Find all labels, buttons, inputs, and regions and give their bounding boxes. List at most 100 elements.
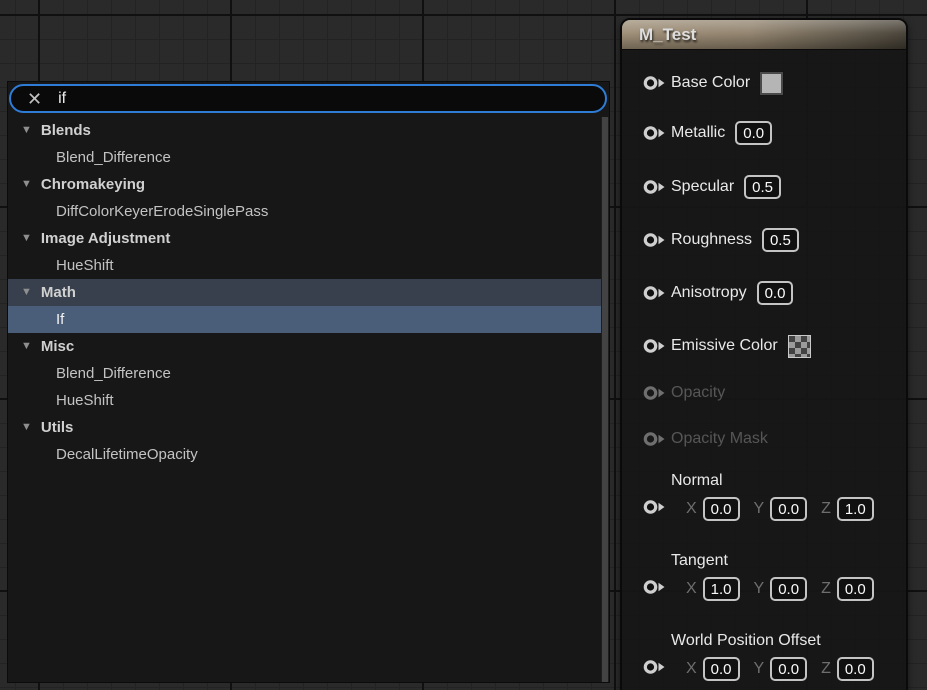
input-pin-icon[interactable] [642, 499, 665, 515]
pin-row-specular[interactable]: Specular 0.5 [622, 172, 781, 202]
vector-x-value[interactable]: 1.0 [703, 577, 740, 601]
scrollbar-thumb[interactable] [602, 117, 608, 682]
category-row-utils[interactable]: ▼ Utils [8, 414, 601, 441]
vector-y-value[interactable]: 0.0 [770, 497, 807, 521]
category-label: Blends [41, 122, 91, 139]
search-input[interactable] [58, 90, 593, 108]
pin-row-base-color[interactable]: Base Color [622, 68, 783, 98]
pin-label: Opacity Mask [671, 430, 768, 448]
input-pin-icon[interactable] [642, 232, 665, 248]
collapse-arrow-icon[interactable]: ▼ [21, 179, 32, 190]
input-pin-icon[interactable] [642, 179, 665, 195]
vector-z-value[interactable]: 0.0 [837, 577, 874, 601]
category-row-math[interactable]: ▼ Math [8, 279, 601, 306]
pin-row-world-position-offset[interactable]: World Position Offset X 0.0 Y 0.0 Z 0.0 [622, 632, 874, 684]
pin-default-value[interactable]: 0.5 [744, 175, 781, 199]
vector-x-value[interactable]: 0.0 [703, 657, 740, 681]
axis-z-label: Z [821, 660, 831, 678]
item-label: DiffColorKeyerErodeSinglePass [56, 203, 268, 220]
pin-label: Emissive Color [671, 337, 778, 355]
list-item[interactable]: DecalLifetimeOpacity [8, 441, 601, 468]
collapse-arrow-icon[interactable]: ▼ [21, 233, 32, 244]
item-label: HueShift [56, 392, 114, 409]
axis-y-label: Y [754, 660, 765, 678]
vector-y-value[interactable]: 0.0 [770, 577, 807, 601]
category-row-image-adjustment[interactable]: ▼ Image Adjustment [8, 225, 601, 252]
collapse-arrow-icon[interactable]: ▼ [21, 287, 32, 298]
category-label: Utils [41, 419, 74, 436]
pin-label: Anisotropy [671, 284, 747, 302]
collapse-arrow-icon[interactable]: ▼ [21, 422, 32, 433]
input-pin-icon[interactable] [642, 75, 665, 91]
category-label: Image Adjustment [41, 230, 170, 247]
pin-row-normal[interactable]: Normal X 0.0 Y 0.0 Z 1.0 [622, 472, 874, 524]
input-pin-icon[interactable] [642, 338, 665, 354]
pin-row-tangent[interactable]: Tangent X 1.0 Y 0.0 Z 0.0 [622, 552, 874, 604]
pin-row-metallic[interactable]: Metallic 0.0 [622, 118, 772, 148]
input-pin-icon-disabled [642, 431, 665, 447]
category-label: Math [41, 284, 76, 301]
category-label: Chromakeying [41, 176, 145, 193]
list-item[interactable]: Blend_Difference [8, 144, 601, 171]
input-pin-icon-disabled [642, 385, 665, 401]
list-item[interactable]: Blend_Difference [8, 360, 601, 387]
node-title: M_Test [639, 25, 696, 45]
input-pin-icon[interactable] [642, 659, 665, 675]
pin-label: Base Color [671, 74, 750, 92]
pin-label: Specular [671, 178, 734, 196]
category-label: Misc [41, 338, 74, 355]
axis-z-label: Z [821, 500, 831, 518]
pin-row-anisotropy[interactable]: Anisotropy 0.0 [622, 278, 793, 308]
collapse-arrow-icon[interactable]: ▼ [21, 341, 32, 352]
vector-z-value[interactable]: 1.0 [837, 497, 874, 521]
pin-label: Roughness [671, 231, 752, 249]
item-label: Blend_Difference [56, 149, 171, 166]
axis-x-label: X [686, 500, 697, 518]
material-result-node[interactable]: M_Test Base Color Metallic 0.0 Specular … [620, 18, 908, 690]
axis-y-label: Y [754, 580, 765, 598]
vector-y-value[interactable]: 0.0 [770, 657, 807, 681]
vector-x-value[interactable]: 0.0 [703, 497, 740, 521]
collapse-arrow-icon[interactable]: ▼ [21, 125, 32, 136]
search-results-list: ▼ Blends Blend_Difference ▼ Chromakeying… [8, 117, 601, 682]
pin-label: World Position Offset [671, 632, 874, 654]
item-label: Blend_Difference [56, 365, 171, 382]
input-pin-icon[interactable] [642, 285, 665, 301]
clear-search-icon[interactable]: ✕ [27, 90, 42, 108]
axis-z-label: Z [821, 580, 831, 598]
input-pin-icon[interactable] [642, 125, 665, 141]
axis-y-label: Y [754, 500, 765, 518]
pin-label: Opacity [671, 384, 725, 402]
search-box[interactable]: ✕ [9, 84, 607, 113]
pin-row-opacity-mask: Opacity Mask [622, 424, 772, 454]
panel-scrollbar[interactable] [601, 117, 609, 682]
pin-label: Normal [671, 472, 874, 494]
pin-label: Tangent [671, 552, 874, 574]
vector-z-value[interactable]: 0.0 [837, 657, 874, 681]
item-label: If [56, 311, 64, 328]
pin-default-value[interactable]: 0.0 [757, 281, 794, 305]
list-item[interactable]: HueShift [8, 252, 601, 279]
node-palette-panel: ✕ ▼ Blends Blend_Difference ▼ Chromakeyi… [8, 82, 609, 682]
category-row-misc[interactable]: ▼ Misc [8, 333, 601, 360]
input-pin-icon[interactable] [642, 579, 665, 595]
axis-x-label: X [686, 580, 697, 598]
axis-x-label: X [686, 660, 697, 678]
pin-row-opacity: Opacity [622, 378, 729, 408]
pin-row-emissive-color[interactable]: Emissive Color [622, 331, 811, 361]
item-label: HueShift [56, 257, 114, 274]
material-graph-canvas[interactable]: { "icons": { "clear": "✕", "collapse_arr… [0, 0, 927, 690]
pin-default-value[interactable]: 0.0 [735, 121, 772, 145]
list-item-selected-if[interactable]: If [8, 306, 601, 333]
checker-color-swatch[interactable] [788, 335, 811, 358]
pin-row-roughness[interactable]: Roughness 0.5 [622, 225, 799, 255]
list-item[interactable]: DiffColorKeyerErodeSinglePass [8, 198, 601, 225]
list-item[interactable]: HueShift [8, 387, 601, 414]
pin-label: Metallic [671, 124, 725, 142]
category-row-blends[interactable]: ▼ Blends [8, 117, 601, 144]
node-header[interactable]: M_Test [622, 20, 906, 50]
pin-default-value[interactable]: 0.5 [762, 228, 799, 252]
color-swatch[interactable] [760, 72, 783, 95]
category-row-chromakeying[interactable]: ▼ Chromakeying [8, 171, 601, 198]
item-label: DecalLifetimeOpacity [56, 446, 198, 463]
